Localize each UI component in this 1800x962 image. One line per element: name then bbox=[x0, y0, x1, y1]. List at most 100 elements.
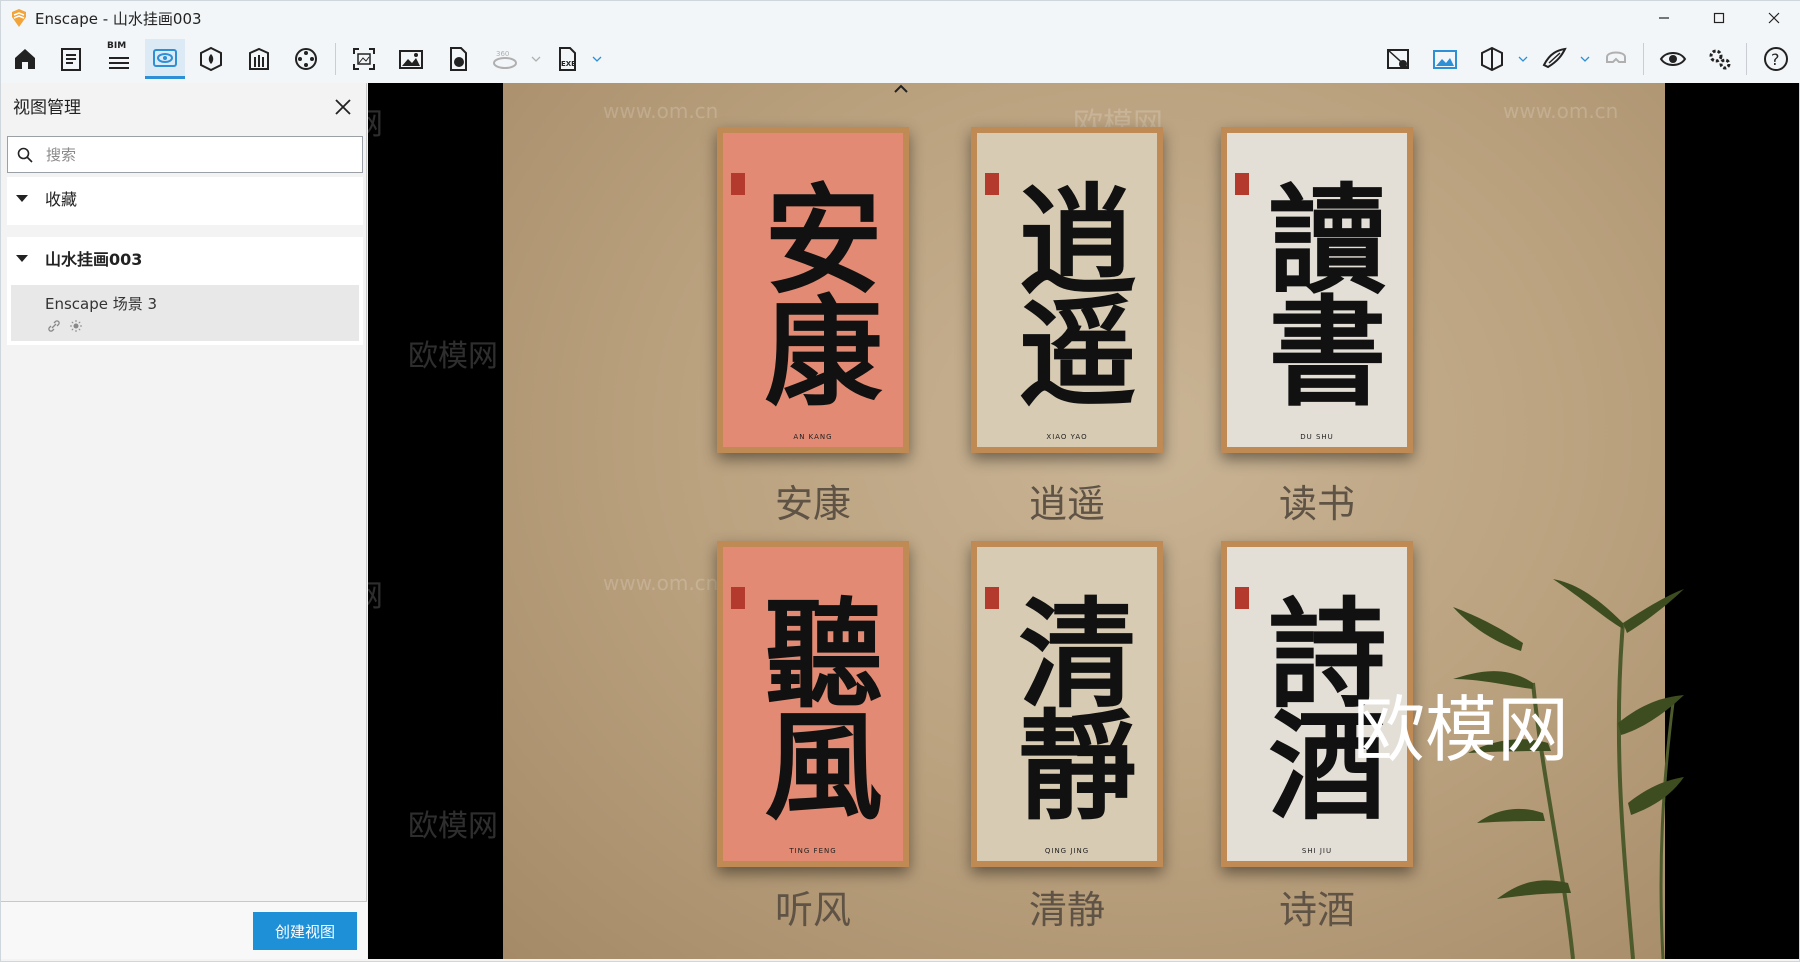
eye-icon bbox=[1659, 52, 1687, 66]
view-name: Enscape 场景 3 bbox=[45, 295, 158, 313]
calligraphy-text: 讀書 bbox=[1248, 178, 1387, 402]
artwork-frame-tingfeng: 聽風 TING FENG bbox=[717, 541, 909, 867]
fly-mode-button[interactable] bbox=[1534, 39, 1574, 79]
export-exe-button[interactable]: EXE bbox=[547, 39, 587, 79]
calligraphy-text: 安康 bbox=[744, 178, 883, 402]
chevron-down-icon bbox=[592, 56, 602, 62]
gallery-button[interactable] bbox=[391, 39, 431, 79]
pinyin-label: XIAO YAO bbox=[1046, 433, 1088, 441]
caption-xiaoyao: 逍遥 bbox=[1028, 482, 1105, 526]
general-settings-button[interactable] bbox=[1700, 39, 1740, 79]
vr-headset-icon bbox=[1606, 51, 1626, 63]
close-icon bbox=[1768, 12, 1779, 24]
chevron-down-icon bbox=[1580, 56, 1590, 62]
pinyin-label: TING FENG bbox=[789, 847, 837, 855]
project-group: 山水挂画003 Enscape 场景 3 bbox=[7, 237, 363, 345]
view-management-panel: 视图管理 收藏 山水挂画003 Enscape 场景 3 bbox=[1, 83, 367, 959]
create-view-button[interactable]: 创建视图 bbox=[253, 912, 357, 950]
artwork-frame-qingjing: 清靜 QING JING bbox=[971, 541, 1163, 867]
favorites-header[interactable]: 收藏 bbox=[7, 177, 363, 219]
render-viewport[interactable]: 欧模网 www.om.cn 欧模网 www.om.cn 欧模网 欧模网 www.… bbox=[368, 83, 1799, 959]
search-box[interactable] bbox=[7, 136, 363, 173]
artwork-frame-ankang: 安康 AN KANG bbox=[717, 127, 909, 453]
svg-text:360: 360 bbox=[496, 50, 509, 58]
pinyin-label: AN KANG bbox=[793, 433, 833, 441]
caption-qingjing: 清静 bbox=[1028, 888, 1105, 932]
pinyin-label: DU SHU bbox=[1300, 433, 1334, 441]
asset-library-icon bbox=[200, 46, 222, 72]
watermark: 欧模网 bbox=[408, 809, 498, 844]
watermark-logo: 欧模网 bbox=[1353, 688, 1570, 772]
seal-stamp bbox=[1235, 173, 1249, 195]
search-input[interactable] bbox=[46, 145, 346, 164]
project-label: 山水挂画003 bbox=[45, 250, 143, 269]
home-button[interactable] bbox=[5, 39, 45, 79]
view-list-item[interactable]: Enscape 场景 3 bbox=[11, 285, 359, 341]
pinyin-label: QING JING bbox=[1044, 847, 1090, 855]
landscape-image-icon bbox=[1433, 50, 1457, 69]
material-button[interactable] bbox=[239, 39, 279, 79]
help-icon: ? bbox=[1764, 47, 1788, 71]
link-icon bbox=[48, 320, 60, 332]
visual-settings-button[interactable] bbox=[1653, 39, 1693, 79]
artwork-frame-dushu: 讀書 DU SHU bbox=[1221, 127, 1413, 453]
material-editor-icon bbox=[249, 47, 269, 70]
caption-ankang: 安康 bbox=[774, 482, 851, 526]
chevron-down-icon bbox=[1518, 56, 1528, 62]
panel-footer: 创建视图 bbox=[1, 901, 367, 959]
project-header[interactable]: 山水挂画003 bbox=[7, 237, 363, 279]
film-reel-icon bbox=[295, 48, 317, 70]
pinyin-label: SHI JIU bbox=[1301, 847, 1333, 855]
map-button[interactable] bbox=[1378, 39, 1418, 79]
views-button[interactable] bbox=[145, 39, 185, 79]
maximize-button[interactable] bbox=[1691, 1, 1746, 35]
maximize-icon bbox=[1713, 12, 1724, 24]
home-icon bbox=[15, 49, 35, 69]
seal-stamp bbox=[985, 587, 999, 609]
fly-mode-dropdown[interactable] bbox=[1578, 47, 1592, 71]
calligraphy-text: 聽風 bbox=[744, 592, 883, 816]
export-web-button[interactable] bbox=[438, 39, 478, 79]
close-window-button[interactable] bbox=[1746, 1, 1800, 35]
cube-section-icon bbox=[1481, 46, 1503, 72]
document-settings-icon bbox=[61, 48, 81, 71]
watermark-url: www.om.cn bbox=[603, 99, 719, 123]
vr-headset-button bbox=[1596, 39, 1636, 79]
window-title: Enscape - 山水挂画003 bbox=[35, 9, 202, 28]
svg-text:EXE: EXE bbox=[561, 60, 576, 68]
export-dropdown[interactable] bbox=[590, 47, 604, 71]
caret-down-icon bbox=[16, 195, 28, 202]
watermark: 欧模网 bbox=[368, 99, 383, 143]
help-button[interactable]: ? bbox=[1756, 39, 1796, 79]
minimize-icon bbox=[1658, 17, 1669, 19]
seal-stamp bbox=[731, 587, 745, 609]
image-gallery-icon bbox=[399, 50, 423, 69]
section-dropdown[interactable] bbox=[1516, 47, 1530, 71]
close-panel-button[interactable] bbox=[331, 95, 355, 119]
bim-button[interactable]: BIM bbox=[99, 39, 139, 79]
collapse-toolbar-button[interactable] bbox=[888, 83, 914, 99]
map-location-icon bbox=[1387, 49, 1409, 69]
toolbar-separator bbox=[335, 43, 336, 75]
favorites-group: 收藏 bbox=[7, 177, 363, 225]
chevron-up-icon bbox=[894, 84, 908, 93]
watermark: 欧模网 bbox=[368, 571, 383, 615]
exe-export-icon: EXE bbox=[559, 47, 576, 71]
wall-background: 欧模网 www.om.cn 欧模网 www.om.cn 欧模网 欧模网 www.… bbox=[368, 83, 1684, 959]
minimize-button[interactable] bbox=[1636, 1, 1691, 35]
settings-list-button[interactable] bbox=[51, 39, 91, 79]
panorama-dropdown[interactable] bbox=[529, 47, 543, 71]
calligraphy-text: 逍遥 bbox=[998, 178, 1137, 402]
bim-label: BIM bbox=[107, 41, 127, 51]
video-editor-button[interactable] bbox=[286, 39, 326, 79]
sun-icon bbox=[70, 320, 82, 332]
watermark-url: www.om.cn bbox=[603, 571, 719, 595]
svg-text:?: ? bbox=[1771, 50, 1780, 69]
calligraphy-text: 清靜 bbox=[998, 592, 1137, 816]
seal-stamp bbox=[731, 173, 745, 195]
assets-button[interactable] bbox=[191, 39, 231, 79]
section-button[interactable] bbox=[1472, 39, 1512, 79]
export-file-icon bbox=[450, 47, 467, 71]
screenshot-button[interactable] bbox=[344, 39, 384, 79]
capture-view-button[interactable] bbox=[1425, 39, 1465, 79]
